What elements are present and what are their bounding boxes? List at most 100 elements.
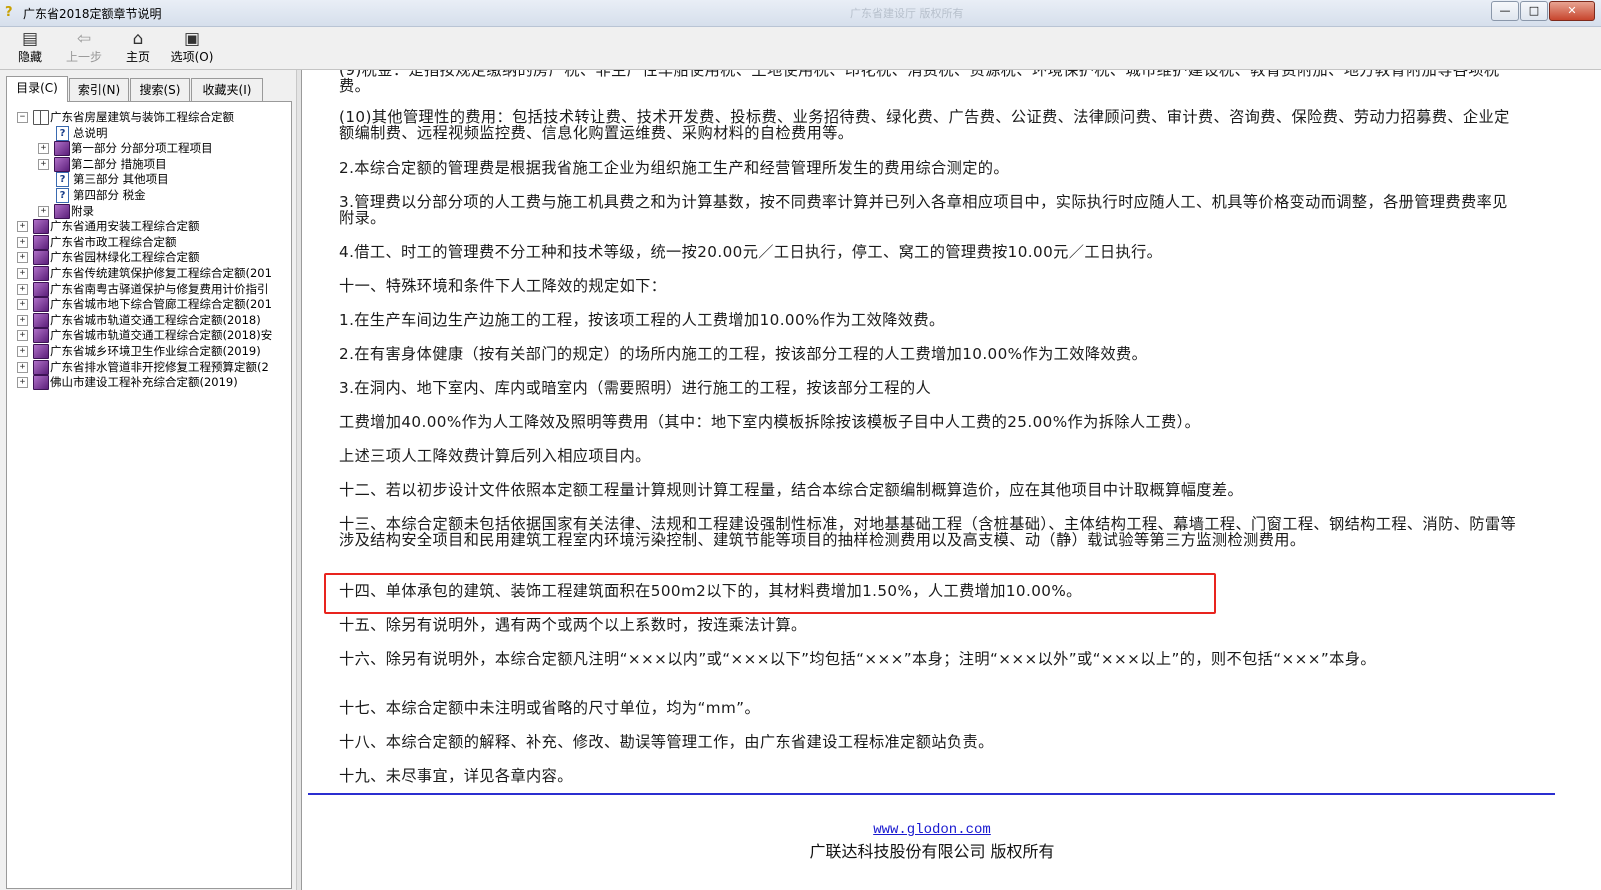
paragraph: 3.在洞内、地下室内、库内或暗室内（需要照明）进行施工的工程，按该部分工程的人	[339, 379, 932, 397]
book-icon	[54, 141, 70, 157]
expand-icon[interactable]: +	[17, 346, 28, 357]
expand-icon[interactable]: +	[17, 221, 28, 233]
book-icon	[33, 375, 49, 391]
home-button[interactable]: ⌂ 主页	[110, 29, 166, 67]
expand-icon[interactable]: +	[17, 314, 28, 326]
tree-item[interactable]: + 第二部分 措施项目	[7, 156, 291, 172]
tree-item[interactable]: + 附录	[7, 203, 291, 219]
navigation-pane: 目录(C) 索引(N) 搜索(S) 收藏夹(I) − 广东省房屋建筑与装饰工程综合…	[0, 70, 296, 890]
back-arrow-icon: ⇦	[76, 29, 92, 49]
close-button[interactable]: ✕	[1549, 1, 1595, 21]
tree-item[interactable]: + 广东省市政工程综合定额	[7, 234, 291, 250]
glodon-website-link[interactable]: www.glodon.com	[302, 822, 1562, 838]
back-button[interactable]: ⇦ 上一步	[56, 29, 112, 67]
expand-icon[interactable]: +	[38, 205, 49, 217]
options-icon: ▣	[183, 29, 201, 49]
paragraph: 3.管理费以分部分项的人工费与施工机具费之和为计算基数，按不同费率计算并已列入各…	[339, 193, 1508, 227]
expand-icon[interactable]: +	[17, 330, 28, 342]
book-icon	[54, 156, 70, 172]
tab-search[interactable]: 搜索(S)	[130, 78, 190, 101]
hide-icon: ▤	[21, 29, 39, 49]
paragraph: 上述三项人工降效费计算后列入相应项目内。	[339, 447, 651, 465]
paragraph: 十一、特殊环境和条件下人工降效的规定如下：	[339, 277, 667, 295]
expand-icon[interactable]: +	[38, 158, 49, 170]
tree-item[interactable]: + 广东省城市地下综合管廊工程综合定额(201	[7, 296, 291, 313]
tree-item-label: 第二部分 措施项目	[71, 156, 167, 171]
expand-icon[interactable]: +	[38, 143, 49, 155]
tab-favorites[interactable]: 收藏夹(I)	[191, 78, 263, 101]
paragraph: 2.本综合定额的管理费是根据我省施工企业为组织施工生产和经营管理所发生的费用综合…	[339, 159, 1009, 177]
tree-item[interactable]: + 广东省排水管道非开挖修复工程预算定额(2	[7, 359, 291, 375]
book-icon	[33, 297, 49, 313]
paragraph: 十六、除另有说明外，本综合定额凡注明“×××以内”或“×××以下”均包括“×××…	[339, 650, 1376, 668]
tree-item-label: 广东省通用安装工程综合定额	[50, 219, 200, 234]
home-icon: ⌂	[132, 29, 144, 49]
expand-icon[interactable]: +	[17, 283, 28, 295]
tree-item-label: 第一部分 分部分项工程项目	[71, 141, 213, 156]
tab-index[interactable]: 索引(N)	[69, 78, 129, 101]
tree-item-label: 广东省房屋建筑与装饰工程综合定额	[50, 110, 234, 124]
paragraph: 十二、若以初步设计文件依照本定额工程量计算规则计算工程量，结合本综合定额编制概算…	[339, 481, 1244, 499]
minimize-button[interactable]: —	[1491, 1, 1519, 21]
tree-item[interactable]: + 广东省城市轨道交通工程综合定额(2018)	[7, 312, 291, 328]
book-icon	[54, 203, 70, 219]
paragraph: (9)税金：是指按规定缴纳的房产税、非生产性车船使用税、土地使用税、印花税、消费…	[339, 70, 1500, 95]
help-page-icon: ?	[56, 125, 69, 141]
tree-item[interactable]: ? 第三部分 其他项目	[7, 171, 291, 188]
collapse-icon[interactable]: −	[17, 112, 28, 123]
paragraph: 十五、除另有说明外，遇有两个或两个以上系数时，按连乘法计算。	[339, 616, 807, 634]
book-icon	[33, 234, 49, 250]
tree-item[interactable]: ? 总说明	[7, 125, 291, 141]
toolbar: ▤ 隐藏 ⇦ 上一步 ⌂ 主页 ▣ 选项(O)	[0, 27, 1601, 70]
tree-item-label: 广东省南粤古驿道保护与修复费用计价指引	[50, 281, 269, 296]
options-button[interactable]: ▣ 选项(O)	[164, 29, 220, 67]
tree-item[interactable]: + 广东省城市轨道交通工程综合定额(2018)安	[7, 327, 291, 344]
maximize-button[interactable]: □	[1520, 1, 1548, 21]
help-app-icon: ?	[5, 5, 13, 20]
tree-item-label: 广东省城乡环境卫生作业综合定额(2019)	[50, 344, 261, 358]
expand-icon[interactable]: +	[17, 268, 28, 279]
book-icon	[33, 344, 49, 359]
back-label: 上一步	[65, 50, 102, 64]
hide-button[interactable]: ▤ 隐藏	[2, 29, 58, 67]
home-label: 主页	[125, 50, 150, 64]
expand-icon[interactable]: +	[17, 252, 28, 264]
paragraph: 1.在生产车间边生产边施工的工程，按该项工程的人工费增加10.00%作为工效降效…	[339, 311, 945, 329]
tree-item[interactable]: + 广东省南粤古驿道保护与修复费用计价指引	[7, 281, 291, 297]
paragraph: 工费增加40.00%作为人工降效及照明等费用（其中：地下室内模板拆除按该模板子目…	[339, 413, 1201, 431]
paragraph: 十三、本综合定额未包括依据国家有关法律、法规和工程建设强制性标准，对地基基础工程…	[339, 515, 1517, 549]
tree-item-label: 佛山市建设工程补充综合定额(2019)	[50, 375, 238, 390]
paragraph: 2.在有害身体健康（按有关部门的规定）的场所内施工的工程，按该部分工程的人工费增…	[339, 345, 1148, 363]
contents-tree[interactable]: − 广东省房屋建筑与装饰工程综合定额? 总说明 + 第一部分 分部分项工程项目 + 第二部分…	[6, 101, 292, 889]
tree-item-label: 广东省城市轨道交通工程综合定额(2018)	[50, 312, 261, 327]
hide-label: 隐藏	[17, 50, 42, 64]
tab-contents[interactable]: 目录(C)	[6, 76, 68, 102]
window-title: 广东省2018定额章节说明	[23, 7, 162, 21]
tree-item[interactable]: + 广东省通用安装工程综合定额	[7, 218, 291, 235]
expand-icon[interactable]: +	[17, 236, 28, 248]
tree-item[interactable]: + 佛山市建设工程补充综合定额(2019)	[7, 374, 291, 391]
expand-icon[interactable]: +	[17, 361, 28, 373]
window-controls: — □ ✕	[1491, 1, 1595, 21]
tree-item[interactable]: + 第一部分 分部分项工程项目	[7, 140, 291, 157]
tree-item[interactable]: + 广东省城乡环境卫生作业综合定额(2019)	[7, 343, 291, 359]
tree-item[interactable]: ? 第四部分 税金	[7, 187, 291, 203]
options-label: 选项(O)	[170, 50, 214, 64]
title-bar: ? 广东省2018定额章节说明 广东省建设厅 版权所有 — □ ✕	[0, 0, 1601, 27]
paragraph: 十八、本综合定额的解释、补充、修改、勘误等管理工作，由广东省建设工程标准定额站负…	[339, 733, 994, 751]
help-page-icon: ?	[56, 188, 69, 203]
tree-item[interactable]: − 广东省房屋建筑与装饰工程综合定额	[7, 109, 291, 125]
tree-item-label: 广东省市政工程综合定额	[50, 234, 177, 249]
expand-icon[interactable]: +	[17, 299, 28, 311]
tree-item-label: 广东省排水管道非开挖修复工程预算定额(2	[50, 359, 269, 374]
tree-item-label: 第三部分 其他项目	[73, 172, 169, 187]
tree-item-label: 广东省园林绿化工程综合定额	[50, 250, 200, 265]
paragraph: (10)其他管理性的费用：包括技术转让费、技术开发费、投标费、业务招待费、绿化费…	[339, 108, 1510, 142]
tree-item-label: 广东省城市轨道交通工程综合定额(2018)安	[50, 328, 273, 343]
footer-divider	[308, 793, 1555, 795]
expand-icon[interactable]: +	[17, 377, 28, 389]
tree-item[interactable]: + 广东省园林绿化工程综合定额	[7, 249, 291, 266]
tree-item[interactable]: + 广东省传统建筑保护修复工程综合定额(201	[7, 265, 291, 281]
open-book-icon	[33, 110, 49, 125]
tree-item-label: 广东省传统建筑保护修复工程综合定额(201	[50, 266, 272, 280]
